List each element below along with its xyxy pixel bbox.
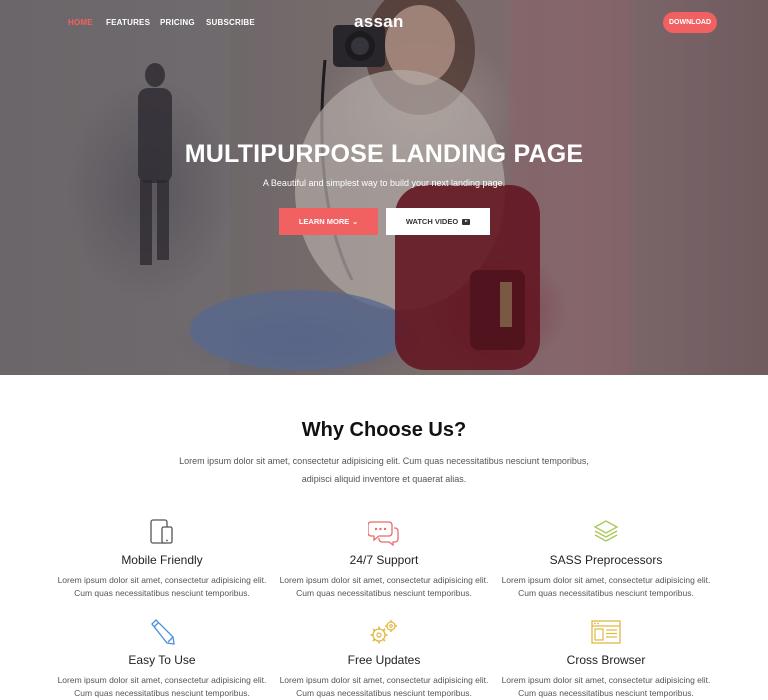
feature-free-updates: Free Updates Lorem ipsum dolor sit amet,… — [273, 617, 495, 700]
top-navbar: HOME FEATURES PRICING SUBSCRIBE assan DO… — [0, 0, 768, 46]
feature-description: Lorem ipsum dolor sit amet, consectetur … — [495, 574, 717, 600]
feature-cross-browser: Cross Browser Lorem ipsum dolor sit amet… — [495, 617, 717, 700]
feature-sass: SASS Preprocessors Lorem ipsum dolor sit… — [495, 517, 717, 600]
feature-title: Mobile Friendly — [121, 553, 203, 567]
feature-mobile-friendly: Mobile Friendly Lorem ipsum dolor sit am… — [51, 517, 273, 600]
feature-description-line-1: Lorem ipsum dolor sit amet, consectetur … — [279, 575, 489, 585]
feature-description: Lorem ipsum dolor sit amet, consectetur … — [273, 574, 495, 600]
feature-description-line-2: Cum quas necessitatibus nesciunt tempori… — [74, 588, 250, 598]
feature-description-line-1: Lorem ipsum dolor sit amet, consectetur … — [279, 675, 489, 685]
feature-description-line-1: Lorem ipsum dolor sit amet, consectetur … — [501, 575, 711, 585]
watch-video-button[interactable]: WATCH VIDEO — [386, 208, 490, 235]
nav-link-home[interactable]: HOME — [68, 18, 93, 27]
feature-easy-to-use: Easy To Use Lorem ipsum dolor sit amet, … — [51, 617, 273, 700]
hero-section: HOME FEATURES PRICING SUBSCRIBE assan DO… — [0, 0, 768, 375]
feature-description-line-1: Lorem ipsum dolor sit amet, consectetur … — [57, 575, 267, 585]
feature-description-line-1: Lorem ipsum dolor sit amet, consectetur … — [501, 675, 711, 685]
feature-description: Lorem ipsum dolor sit amet, consectetur … — [51, 574, 273, 600]
feature-title: Free Updates — [347, 653, 421, 667]
brand-logo[interactable]: assan — [354, 12, 404, 32]
download-button[interactable]: DOWNLOAD — [663, 12, 717, 33]
gears-icon — [273, 617, 495, 647]
feature-description-line-2: Cum quas necessitatibus nesciunt tempori… — [518, 588, 694, 598]
feature-description: Lorem ipsum dolor sit amet, consectetur … — [51, 674, 273, 700]
pencil-icon — [51, 617, 273, 647]
feature-description-line-1: Lorem ipsum dolor sit amet, consectetur … — [57, 675, 267, 685]
watch-video-label: WATCH VIDEO — [405, 217, 459, 226]
browser-window-icon — [495, 617, 717, 647]
chevron-down-icon: ⌄ — [352, 218, 359, 226]
feature-title: Cross Browser — [566, 653, 646, 667]
section-description: Lorem ipsum dolor sit amet, consectetur … — [170, 452, 598, 488]
feature-title: Easy To Use — [128, 653, 196, 667]
learn-more-button[interactable]: LEARN MORE ⌄ — [279, 208, 378, 235]
nav-link-features[interactable]: FEATURES — [106, 18, 150, 27]
hero-subtitle: A Beautiful and simplest way to build yo… — [262, 178, 506, 188]
feature-description-line-2: Cum quas necessitatibus nesciunt tempori… — [296, 688, 472, 698]
youtube-play-icon — [462, 218, 471, 225]
nav-link-pricing[interactable]: PRICING — [160, 18, 195, 27]
feature-description-line-2: Cum quas necessitatibus nesciunt tempori… — [518, 688, 694, 698]
learn-more-label: LEARN MORE — [298, 217, 350, 226]
feature-title: SASS Preprocessors — [549, 553, 663, 567]
feature-description-line-2: Cum quas necessitatibus nesciunt tempori… — [74, 688, 250, 698]
tablet-icon — [51, 517, 273, 547]
hero-title: MULTIPURPOSE LANDING PAGE — [184, 140, 584, 168]
feature-support: 24/7 Support Lorem ipsum dolor sit amet,… — [273, 517, 495, 600]
feature-description-line-2: Cum quas necessitatibus nesciunt tempori… — [296, 588, 472, 598]
feature-description: Lorem ipsum dolor sit amet, consectetur … — [273, 674, 495, 700]
section-description-line-2: adipisci aliquid inventore et quaerat al… — [301, 474, 467, 484]
nav-link-subscribe[interactable]: SUBSCRIBE — [206, 18, 255, 27]
feature-title: 24/7 Support — [349, 553, 419, 567]
section-description-line-1: Lorem ipsum dolor sit amet, consectetur … — [179, 456, 589, 466]
chat-bubbles-icon — [273, 517, 495, 547]
layers-icon — [495, 517, 717, 547]
section-title: Why Choose Us? — [301, 419, 467, 441]
feature-description: Lorem ipsum dolor sit amet, consectetur … — [495, 674, 717, 700]
